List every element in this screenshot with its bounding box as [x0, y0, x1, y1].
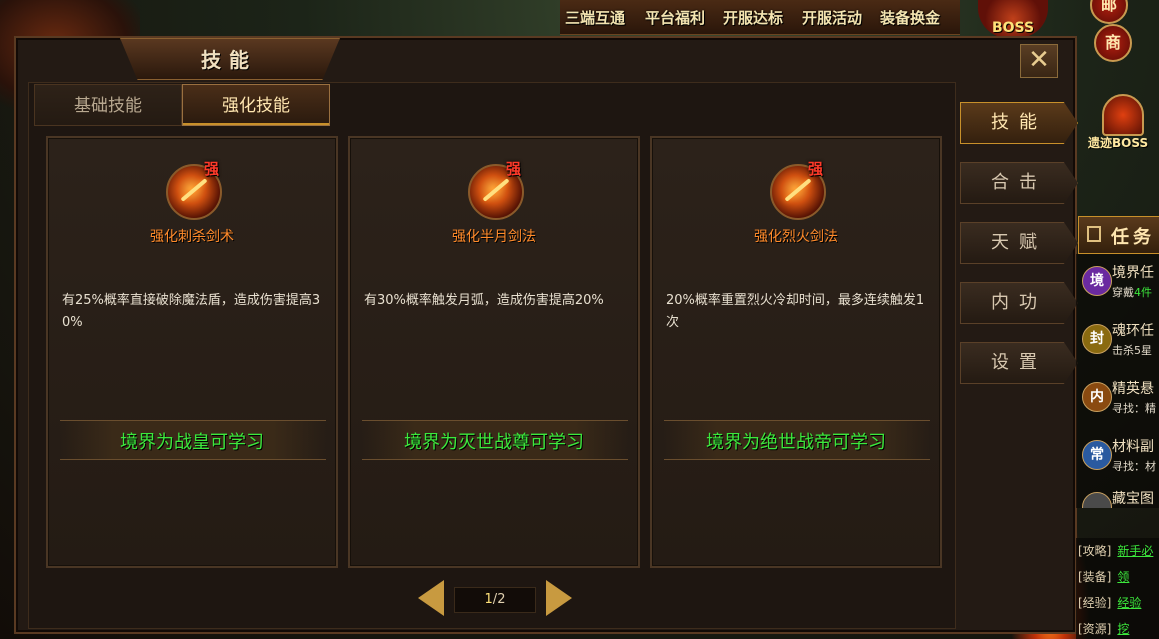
tab-enhanced-skills[interactable]: 强化技能 [182, 84, 330, 126]
tab-basic-skills[interactable]: 基础技能 [34, 84, 182, 126]
shop-button[interactable]: 商 [1094, 24, 1132, 62]
skill-card[interactable]: 强 强化刺杀剑术 有25%概率直接破除魔法盾，造成伤害提高30% 境界为战皇可学… [46, 136, 338, 568]
task-item[interactable]: 境 境界任 穿戴4件 [1076, 254, 1159, 312]
remains-boss-label: 遗迹BOSS [1088, 136, 1149, 150]
soul-ring-task-icon: 封 [1082, 324, 1112, 354]
task-title: 精英悬 [1112, 381, 1154, 397]
realm-task-icon: 境 [1082, 266, 1112, 296]
side-tab-settings[interactable]: 设置 [960, 342, 1078, 384]
guide-links: [攻略] 新手必 [装备] 领 [经验] 经验 [资源] 挖 [1076, 538, 1159, 639]
guide-link-row[interactable]: [经验] 经验 [1078, 594, 1141, 611]
total-pages: 2 [497, 592, 506, 607]
skill-description: 有25%概率直接破除魔法盾，造成伤害提高30% [62, 293, 321, 330]
guide-link-row[interactable]: [资源] 挖 [1078, 620, 1129, 637]
page-indicator: 1/2 [454, 587, 536, 613]
side-tab-talent[interactable]: 天赋 [960, 222, 1078, 264]
task-title: 境界任 [1112, 265, 1154, 281]
next-page-arrow-icon[interactable] [546, 580, 572, 616]
close-button[interactable]: ✕ [1020, 44, 1058, 78]
gate-icon [1102, 94, 1144, 136]
enhanced-badge: 强 [204, 160, 220, 178]
material-dungeon-task-icon: 常 [1082, 440, 1112, 470]
task-title: 藏宝图 [1112, 491, 1154, 507]
side-tab-skills[interactable]: 技能 [960, 102, 1078, 144]
top-link-gear-exchange[interactable]: 装备换金 [880, 7, 940, 28]
top-link-server-events[interactable]: 开服活动 [802, 7, 862, 28]
task-subtitle: 寻找：精 [1112, 402, 1156, 415]
task-list: 境 境界任 穿戴4件 封 魂环任 击杀5星 内 精英悬 寻找：精 常 材料副 寻… [1076, 254, 1159, 508]
task-title: 魂环任 [1112, 323, 1154, 339]
panel-title: 技能 [201, 48, 257, 72]
boss-challenge-button[interactable]: BOSS [978, 0, 1048, 38]
current-page: 1 [484, 592, 493, 607]
skill-requirement: 境界为灭世战尊可学习 [404, 432, 584, 453]
task-title: 材料副 [1112, 439, 1154, 455]
task-header-label: 任务 [1111, 227, 1155, 248]
skill-requirement: 境界为绝世战帝可学习 [706, 432, 886, 453]
remains-boss-button[interactable]: 遗迹BOSS [1088, 94, 1156, 156]
top-activity-bar: 三端互通 平台福利 开服达标 开服活动 装备换金 [560, 0, 960, 35]
task-item[interactable]: 藏宝图 [1076, 480, 1159, 508]
treasure-map-task-icon [1082, 492, 1112, 508]
guide-link-row[interactable]: [装备] 领 [1078, 568, 1129, 585]
side-tab-inner-power[interactable]: 内功 [960, 282, 1078, 324]
task-item[interactable]: 内 精英悬 寻找：精 [1076, 370, 1159, 428]
skill-card[interactable]: 强 强化半月剑法 有30%概率触发月弧，造成伤害提高20% 境界为灭世战尊可学习 [348, 136, 640, 568]
side-tab-combo[interactable]: 合击 [960, 162, 1078, 204]
task-subtitle: 击杀5星 [1112, 344, 1152, 357]
boss-label: BOSS [991, 20, 1035, 36]
skill-name: 强化烈火剑法 [754, 229, 838, 245]
skill-tabs: 基础技能 强化技能 [34, 84, 330, 128]
task-item[interactable]: 常 材料副 寻找：材 [1076, 428, 1159, 486]
skill-card[interactable]: 强 强化烈火剑法 20%概率重置烈火冷却时间，最多连续触发1次 境界为绝世战帝可… [650, 136, 942, 568]
elite-bounty-task-icon: 内 [1082, 382, 1112, 412]
enhanced-badge: 强 [506, 160, 522, 178]
enhanced-badge: 强 [808, 160, 824, 178]
top-link-cross-platform[interactable]: 三端互通 [565, 7, 625, 28]
skill-requirement: 境界为战皇可学习 [120, 432, 264, 453]
skill-description: 有30%概率触发月弧，造成伤害提高20% [364, 293, 604, 308]
skill-name: 强化半月剑法 [452, 229, 536, 245]
top-link-server-goals[interactable]: 开服达标 [723, 7, 783, 28]
skill-name: 强化刺杀剑术 [150, 229, 234, 245]
task-subtitle: 寻找：材 [1112, 460, 1156, 473]
task-item[interactable]: 封 魂环任 击杀5星 [1076, 312, 1159, 370]
list-icon [1087, 226, 1101, 242]
task-subtitle: 穿戴4件 [1112, 286, 1152, 299]
task-header[interactable]: 任务 [1078, 216, 1159, 254]
prev-page-arrow-icon[interactable] [418, 580, 444, 616]
guide-link-row[interactable]: [攻略] 新手必 [1078, 542, 1153, 559]
skill-description: 20%概率重置烈火冷却时间，最多连续触发1次 [666, 293, 925, 330]
top-link-platform-welfare[interactable]: 平台福利 [645, 7, 705, 28]
